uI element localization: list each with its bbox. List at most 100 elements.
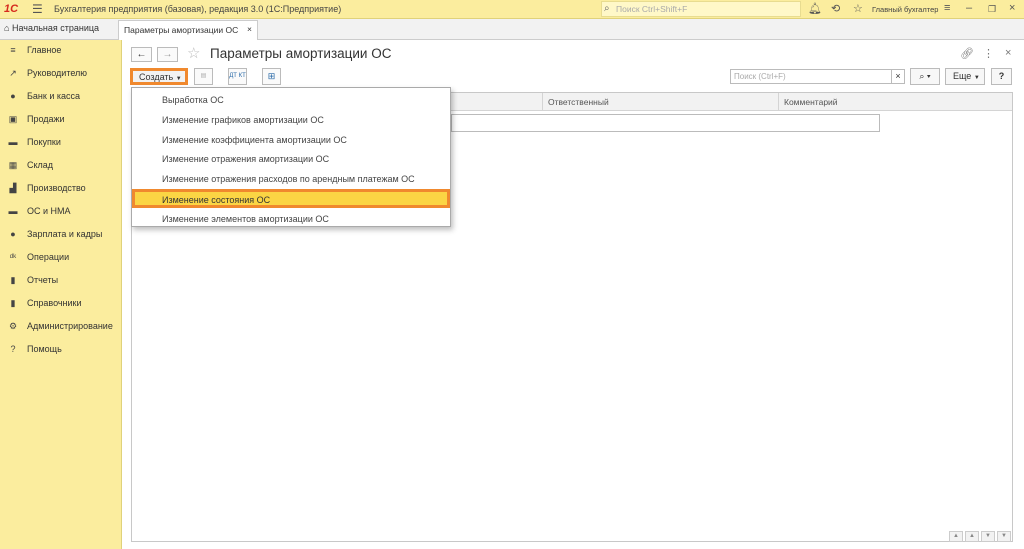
search-icon: ⌕ xyxy=(604,3,610,14)
truck-icon: ▬ xyxy=(8,206,18,216)
trend-icon: ↗ xyxy=(9,68,17,78)
book-icon: ▮ xyxy=(10,298,16,308)
page-title: Параметры амортизации ОС xyxy=(210,46,392,61)
back-button[interactable]: ← xyxy=(131,47,152,62)
bell-icon[interactable]: 🔔︎ xyxy=(808,2,822,15)
more-menu-icon[interactable]: ≡ xyxy=(944,2,950,14)
person-icon: ● xyxy=(10,229,16,239)
column-separator xyxy=(778,93,779,111)
structure-button[interactable]: ⊞ xyxy=(262,68,281,85)
global-search-placeholder: Поиск Ctrl+Shift+F xyxy=(616,4,688,14)
tab-active-label: Параметры амортизации ОС xyxy=(124,25,239,35)
home-icon: ⌂ xyxy=(4,23,10,33)
sidebar-item-label: Покупки xyxy=(27,137,61,147)
coin-icon: ● xyxy=(10,91,16,101)
search-button[interactable]: ⌕ ▾ xyxy=(910,68,940,85)
sidebar-item[interactable]: ⚙ Администрирование xyxy=(0,316,121,339)
question-icon: ? xyxy=(10,344,16,354)
sidebar-item[interactable]: ? Помощь xyxy=(0,339,121,362)
scroll-top-button[interactable]: ▲ xyxy=(949,531,963,542)
menu-item[interactable]: Изменение коэффициента амортизации ОС xyxy=(132,130,450,149)
sidebar-item[interactable]: ▣ Продажи xyxy=(0,109,121,132)
sidebar-item-label: ОС и НМА xyxy=(27,206,71,216)
sidebar-item[interactable]: ↗ Руководителю xyxy=(0,63,121,86)
sidebar-item[interactable]: ▮ Справочники xyxy=(0,293,121,316)
sidebar-item[interactable]: ▮ Отчеты xyxy=(0,270,121,293)
menu-item[interactable]: Изменение отражения амортизации ОС xyxy=(132,149,450,168)
menu-item[interactable]: Изменение элементов амортизации ОС xyxy=(132,209,450,228)
chevron-down-icon: ▼ xyxy=(175,76,182,82)
help-button[interactable]: ? xyxy=(991,68,1012,85)
scroll-bottom-button[interactable]: ▼ xyxy=(997,531,1011,542)
create-dropdown-menu: Выработка ОС Изменение графиков амортизац… xyxy=(131,87,451,227)
main-menu-icon[interactable]: ☰ xyxy=(32,2,43,16)
dt-kt-icon: ᵈᵏ xyxy=(9,252,17,262)
sidebar-item-label: Справочники xyxy=(27,298,82,308)
menu-item[interactable]: Изменение графиков амортизации ОС xyxy=(132,110,450,129)
sidebar-item-label: Производство xyxy=(27,183,86,193)
form-close-icon[interactable]: × xyxy=(1005,47,1011,59)
menu-item[interactable]: Изменение состояния ОС xyxy=(132,189,450,208)
sidebar-item-label: Руководителю xyxy=(27,68,88,78)
dt-kt-button[interactable]: ДТ КТ xyxy=(228,68,247,85)
minimize-icon[interactable]: – xyxy=(966,2,972,14)
app-logo: 1С xyxy=(4,3,19,15)
tab-home[interactable]: ⌂ Начальная страница xyxy=(0,19,116,39)
forward-button[interactable]: → xyxy=(157,47,178,62)
tab-active[interactable]: Параметры амортизации ОС × xyxy=(118,20,258,40)
sidebar-item-label: Продажи xyxy=(27,114,65,124)
more-button[interactable]: Еще ▼ xyxy=(945,68,985,85)
sidebar-item-label: Зарплата и кадры xyxy=(27,229,103,239)
menu-item[interactable]: Выработка ОС xyxy=(132,90,450,109)
clear-search-icon[interactable]: × xyxy=(891,69,905,84)
column-header[interactable]: Ответственный xyxy=(548,97,609,107)
form-more-icon[interactable]: ⋮ xyxy=(983,47,994,60)
bag-icon: ▣ xyxy=(8,114,18,124)
sidebar-item-label: Банк и касса xyxy=(27,91,80,101)
sidebar-item-label: Склад xyxy=(27,160,54,170)
column-header[interactable]: Комментарий xyxy=(784,97,838,107)
search-input[interactable]: Поиск (Ctrl+F) xyxy=(730,69,892,84)
scroll-up-button[interactable]: ▲ xyxy=(965,531,979,542)
create-button[interactable]: Создать ▼ xyxy=(130,68,188,85)
copy-button[interactable]: ▤ xyxy=(194,68,213,85)
chevron-down-icon: ▼ xyxy=(973,75,980,81)
sidebar-item[interactable]: ● Банк и касса xyxy=(0,86,121,109)
restore-icon[interactable]: ❐ xyxy=(988,4,996,15)
sidebar-item[interactable]: ᵈᵏ Операции xyxy=(0,247,121,270)
sidebar-item-label: Отчеты xyxy=(27,275,59,285)
sidebar-item-label: Помощь xyxy=(27,344,62,354)
sidebar-item-label: Главное xyxy=(27,45,62,55)
create-button-label: Создать xyxy=(139,72,174,82)
table-row-input[interactable] xyxy=(451,114,880,132)
bar-chart-icon: ▮ xyxy=(10,275,16,285)
sidebar-item[interactable]: ▬ Покупки xyxy=(0,132,121,155)
menu-item[interactable]: Изменение отражения расходов по арендным… xyxy=(132,169,450,188)
sidebar-item[interactable]: ▬ ОС и НМА xyxy=(0,201,121,224)
cart-icon: ▬ xyxy=(8,137,18,147)
more-button-label: Еще xyxy=(953,71,972,81)
tab-bar: ⌂ Начальная страница Параметры амортизац… xyxy=(0,19,1024,40)
user-name[interactable]: Главный бухгалтер xyxy=(872,5,938,14)
close-window-icon[interactable]: × xyxy=(1009,2,1015,14)
gear-icon: ⚙ xyxy=(8,321,18,331)
factory-icon: ▟ xyxy=(9,183,17,193)
sidebar-item[interactable]: ● Зарплата и кадры xyxy=(0,224,121,247)
tab-close-icon[interactable]: × xyxy=(247,24,252,34)
link-icon[interactable]: 🔗︎ xyxy=(960,47,974,60)
favorites-star-icon[interactable]: ☆ xyxy=(853,2,863,15)
favorite-star-icon[interactable]: ☆ xyxy=(187,44,200,62)
sidebar-item[interactable]: ▟ Производство xyxy=(0,178,121,201)
warehouse-icon: ▦ xyxy=(8,160,18,170)
sidebar-item[interactable]: ▦ Склад xyxy=(0,155,121,178)
sidebar-item[interactable]: ≡ Главное xyxy=(0,40,121,63)
history-icon[interactable]: ⟲ xyxy=(831,2,840,15)
tab-home-label: Начальная страница xyxy=(11,23,100,33)
sidebar: ≡ Главное ↗ Руководителю ● Банк и касса ▣ Прода… xyxy=(0,40,122,549)
column-separator xyxy=(542,93,543,111)
scroll-down-button[interactable]: ▼ xyxy=(981,531,995,542)
global-search-input[interactable]: ⌕ Поиск Ctrl+Shift+F xyxy=(601,1,801,17)
title-bar: 1С ☰ Бухгалтерия предприятия (базовая), … xyxy=(0,0,1024,19)
sidebar-item-label: Администрирование xyxy=(27,321,113,331)
app-title: Бухгалтерия предприятия (базовая), редак… xyxy=(54,4,342,14)
